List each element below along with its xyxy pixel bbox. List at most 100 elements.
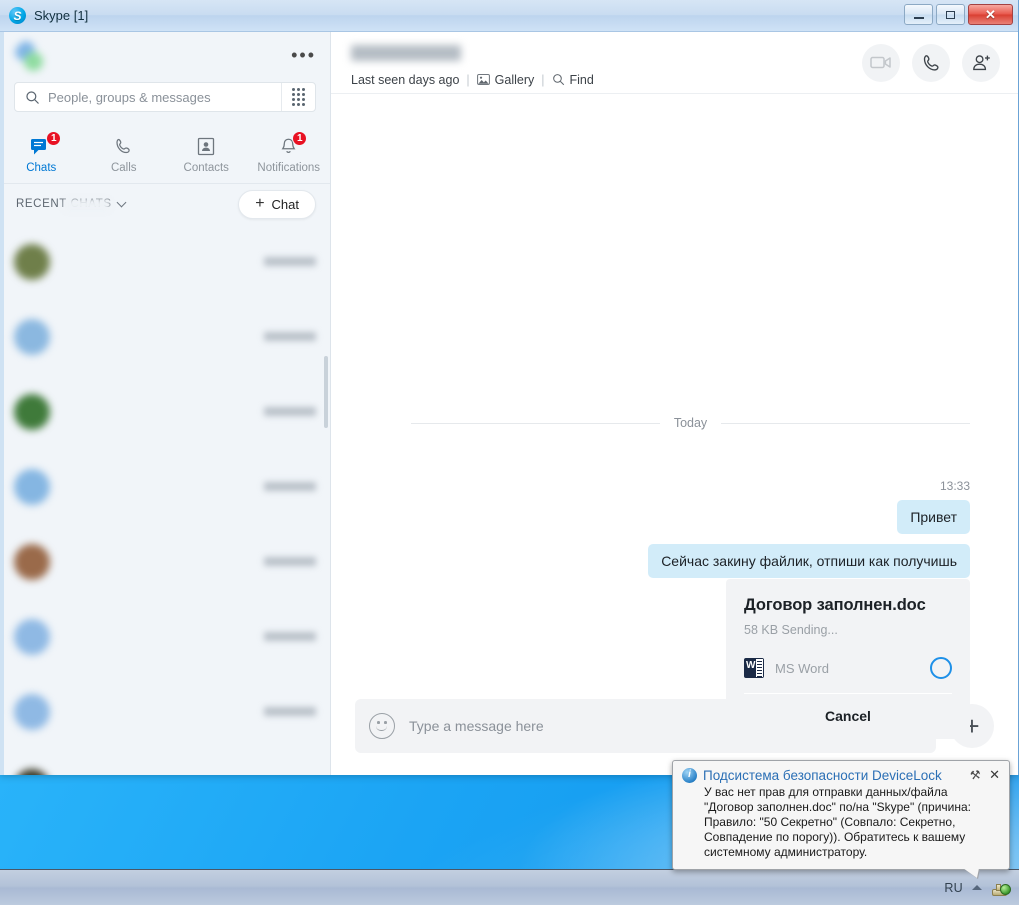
search-icon bbox=[552, 74, 564, 86]
avatar[interactable] bbox=[14, 468, 50, 505]
skype-window[interactable]: S Skype [1] ✕ ••• People, groups & messa… bbox=[0, 0, 1019, 775]
conversation-actions[interactable] bbox=[862, 43, 1000, 82]
message-timestamp: 13:33 bbox=[939, 479, 970, 493]
dialpad-icon[interactable] bbox=[281, 83, 315, 111]
video-call-button[interactable] bbox=[862, 43, 900, 82]
composer-placeholder: Type a message here bbox=[409, 718, 544, 734]
search-placeholder: People, groups & messages bbox=[48, 89, 211, 105]
add-people-button[interactable] bbox=[962, 43, 1000, 82]
search-box[interactable]: People, groups & messages bbox=[14, 82, 316, 112]
window-controls[interactable]: ✕ bbox=[904, 4, 1013, 25]
tab-chats[interactable]: 1 Chats bbox=[0, 130, 83, 174]
avatar[interactable] bbox=[14, 618, 50, 655]
list-item[interactable] bbox=[0, 449, 330, 524]
windows-taskbar[interactable]: RU bbox=[0, 869, 1019, 905]
tab-chats-label: Chats bbox=[26, 161, 57, 174]
devicelock-notification[interactable]: i Подсистема безопасности DeviceLock ⚒ ✕… bbox=[672, 760, 1010, 878]
avatar[interactable] bbox=[14, 768, 50, 775]
avatar[interactable] bbox=[14, 243, 50, 280]
skype-logo-icon: S bbox=[9, 7, 26, 24]
close-icon: ✕ bbox=[985, 7, 996, 22]
conversation-header: Last seen days ago | Gallery | Find bbox=[331, 32, 1018, 94]
day-divider: Today bbox=[411, 416, 971, 430]
tab-notifications[interactable]: 1 Notifications bbox=[248, 130, 331, 174]
close-icon[interactable]: ✕ bbox=[987, 767, 1002, 783]
timestamp bbox=[264, 632, 316, 641]
list-item[interactable] bbox=[0, 224, 330, 299]
tab-calls-label: Calls bbox=[110, 161, 137, 174]
avatar[interactable] bbox=[14, 318, 50, 355]
notifications-badge: 1 bbox=[292, 130, 308, 146]
last-seen-label: Last seen days ago bbox=[351, 72, 460, 87]
avatar[interactable] bbox=[14, 543, 50, 580]
list-item[interactable] bbox=[0, 674, 330, 749]
devicelock-title: Подсистема безопасности DeviceLock bbox=[703, 767, 942, 783]
devicelock-message: У вас нет прав для отправки данных/файла… bbox=[704, 785, 971, 859]
more-options-icon[interactable]: ••• bbox=[291, 46, 316, 64]
day-label: Today bbox=[673, 416, 708, 430]
system-tray[interactable]: RU bbox=[944, 879, 1019, 897]
list-item[interactable] bbox=[0, 749, 330, 775]
list-item[interactable] bbox=[0, 599, 330, 674]
chevron-down-icon[interactable] bbox=[116, 197, 127, 207]
tab-calls[interactable]: Calls bbox=[83, 136, 166, 174]
tab-contacts[interactable]: Contacts bbox=[165, 136, 248, 174]
message-list[interactable]: Today 13:33 Привет Сейчас закину файлик,… bbox=[331, 94, 1018, 739]
recent-chats-header[interactable]: RECENT CHATS bbox=[16, 197, 127, 211]
progress-ring-icon bbox=[930, 657, 952, 679]
notifications-icon: 1 bbox=[279, 130, 308, 158]
list-item[interactable] bbox=[0, 524, 330, 599]
chat-list-scrollbar[interactable] bbox=[324, 356, 328, 428]
ms-word-icon: W bbox=[744, 658, 764, 678]
emoji-icon[interactable] bbox=[369, 713, 395, 739]
find-link[interactable]: Find bbox=[552, 73, 594, 87]
search-icon bbox=[26, 90, 39, 104]
list-item[interactable] bbox=[0, 299, 330, 374]
devicelock-header: i Подсистема безопасности DeviceLock ⚒ ✕ bbox=[673, 761, 1009, 783]
window-titlebar[interactable]: S Skype [1] ✕ bbox=[0, 0, 1018, 32]
add-person-icon bbox=[972, 54, 990, 70]
list-item[interactable] bbox=[0, 374, 330, 449]
timestamp bbox=[264, 332, 316, 341]
chats-badge: 1 bbox=[46, 130, 62, 146]
devicelock-tray-icon[interactable] bbox=[991, 879, 1011, 897]
maximize-button[interactable] bbox=[936, 4, 965, 25]
conversation-pane[interactable]: Last seen days ago | Gallery | Find Toda… bbox=[331, 32, 1018, 775]
avatar[interactable] bbox=[14, 40, 48, 74]
calls-icon bbox=[114, 136, 134, 158]
info-icon: i bbox=[682, 767, 697, 783]
minimize-button[interactable] bbox=[904, 4, 933, 25]
tab-notifications-label: Notifications bbox=[257, 161, 321, 174]
search-row[interactable]: People, groups & messages bbox=[0, 82, 330, 112]
message-bubble[interactable]: Привет bbox=[897, 500, 970, 534]
conversation-meta: Last seen days ago | Gallery | Find bbox=[351, 73, 862, 87]
recent-chats-row[interactable]: RECENT CHATS + Chat bbox=[0, 184, 330, 224]
chevron-up-icon[interactable] bbox=[972, 885, 982, 890]
avatar[interactable] bbox=[14, 393, 50, 430]
new-chat-button[interactable]: + Chat bbox=[238, 189, 316, 219]
timestamp bbox=[264, 407, 316, 416]
sidebar[interactable]: ••• People, groups & messages 1 Chats Ca… bbox=[0, 32, 331, 775]
window-title: Skype [1] bbox=[34, 8, 89, 23]
avatar[interactable] bbox=[14, 693, 50, 730]
phone-icon bbox=[923, 54, 939, 71]
sidebar-tabs[interactable]: 1 Chats Calls Contacts 1 Notifications bbox=[0, 126, 330, 184]
audio-call-button[interactable] bbox=[912, 43, 950, 82]
language-indicator[interactable]: RU bbox=[944, 881, 963, 895]
file-app-name: MS Word bbox=[775, 660, 829, 676]
close-button[interactable]: ✕ bbox=[968, 4, 1013, 25]
profile-row[interactable]: ••• bbox=[0, 32, 330, 82]
chats-icon: 1 bbox=[30, 130, 62, 158]
new-chat-label: Chat bbox=[271, 196, 299, 212]
message-bubble[interactable]: Сейчас закину файлик, отпиши как получиш… bbox=[648, 544, 970, 578]
file-transfer-card[interactable]: Договор заполнен.doc 58 KB Sending... W … bbox=[726, 579, 970, 739]
timestamp bbox=[264, 707, 316, 716]
contacts-icon bbox=[197, 136, 215, 158]
timestamp bbox=[264, 257, 316, 266]
wrench-icon[interactable]: ⚒ bbox=[969, 767, 982, 782]
gallery-label: Gallery bbox=[494, 72, 535, 87]
chat-list[interactable] bbox=[0, 224, 330, 775]
gallery-link[interactable]: Gallery bbox=[476, 72, 535, 87]
search-input[interactable]: People, groups & messages bbox=[15, 90, 281, 105]
cancel-button[interactable]: Cancel bbox=[744, 694, 952, 739]
